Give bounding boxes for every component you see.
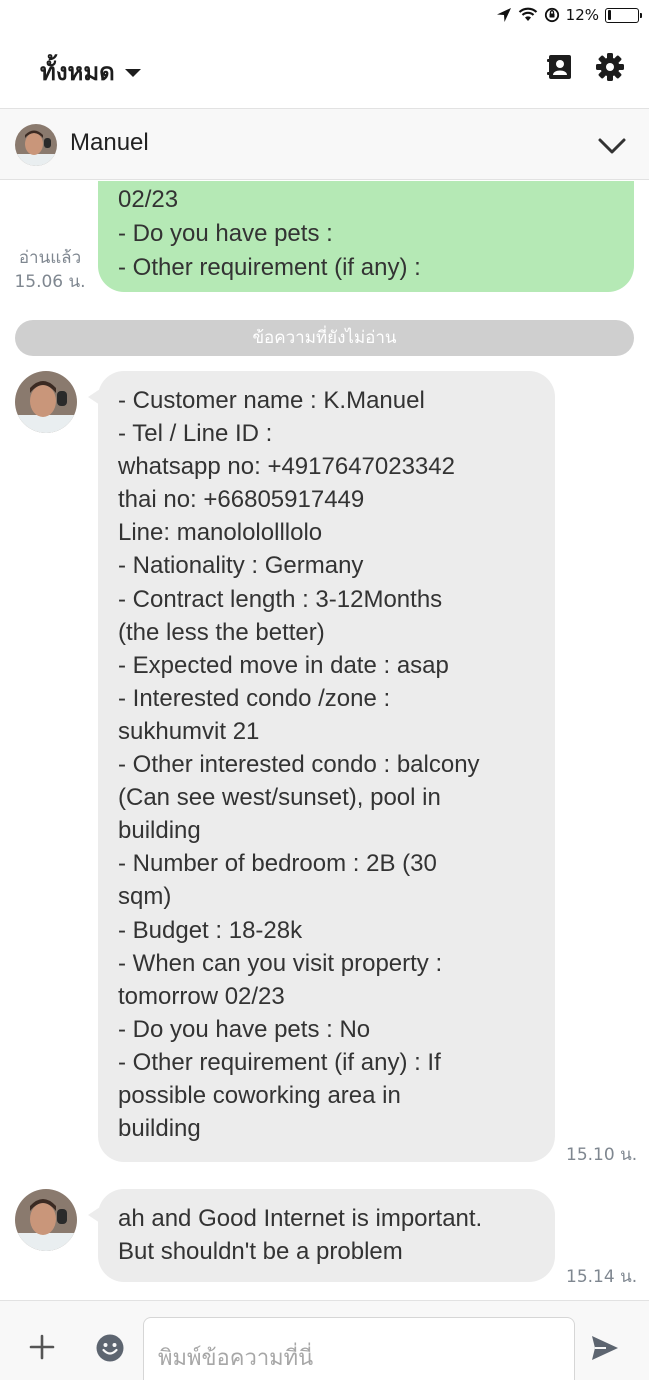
message-line: thai no: +66805917449 <box>118 486 365 514</box>
location-arrow-icon <box>496 8 511 22</box>
chat-filter-dropdown[interactable]: ทั้งหมด <box>40 52 141 91</box>
message-time: 15.06 น. <box>14 272 86 292</box>
message-line: (Can see west/sunset), pool in <box>118 784 441 812</box>
emoji-icon[interactable] <box>95 1333 125 1363</box>
message-line: (the less the better) <box>118 618 325 646</box>
message-line: 02/23 <box>118 186 179 213</box>
send-icon[interactable] <box>590 1333 620 1363</box>
message-line: tomorrow 02/23 <box>118 982 285 1010</box>
contacts-icon[interactable] <box>545 52 575 82</box>
message-line: - Contract length : 3-12Months <box>118 585 443 613</box>
message-line: - Nationality : Germany <box>118 552 364 580</box>
message-line: - Do you have pets : No <box>118 1015 371 1043</box>
message-line: whatsapp no: +4917647023342 <box>118 453 455 481</box>
battery-icon <box>605 7 642 23</box>
incoming-message-bubble[interactable]: ah and Good Internet is important. But sh… <box>88 1189 555 1282</box>
unread-divider: ข้อความที่ยังไม่อ่าน <box>15 320 634 356</box>
message-line: - Do you have pets : <box>118 220 333 247</box>
message-line: - Other interested condo : balcony <box>118 751 480 779</box>
top-header: ทั้งหมด <box>0 30 649 108</box>
message-line: building <box>118 817 201 845</box>
caret-down-icon <box>124 68 141 77</box>
outgoing-message-bubble[interactable]: 02/23 - Do you have pets : - Other requi… <box>98 181 634 292</box>
message-line: - Expected move in date : asap <box>118 651 449 679</box>
status-bar: 12% <box>0 0 649 30</box>
message-line: building <box>118 1115 201 1143</box>
message-line: - Number of bedroom : 2B (30 <box>118 850 437 878</box>
avatar[interactable] <box>15 1189 77 1251</box>
avatar[interactable] <box>15 124 57 166</box>
message-line: ah and Good Internet is important. <box>118 1205 483 1232</box>
message-input-bar: พิมพ์ข้อความที่นี่ <box>0 1300 649 1380</box>
message-line: Line: manolololllolo <box>118 519 323 547</box>
filter-label: ทั้งหมด <box>40 58 115 86</box>
gear-icon[interactable] <box>595 52 625 82</box>
status-icons: 12% <box>496 5 642 25</box>
message-line: sukhumvit 21 <box>118 717 260 745</box>
message-line: - Other requirement (if any) : <box>118 254 421 281</box>
message-line: - When can you visit property : <box>118 949 443 977</box>
message-time: 15.10 น. <box>566 1145 638 1165</box>
message-line: - Budget : 18-28k <box>118 916 303 944</box>
battery-percent: 12% <box>565 6 599 24</box>
chat-title-bar[interactable]: Manuel <box>0 108 649 180</box>
orientation-lock-icon <box>544 7 559 23</box>
message-line: possible coworking area in <box>118 1081 401 1109</box>
contact-name: Manuel <box>70 129 149 156</box>
incoming-message-bubble[interactable]: - Customer name : K.Manuel - Tel / Line I… <box>88 371 555 1162</box>
message-line: - Tel / Line ID : <box>118 420 273 448</box>
message-line: - Other requirement (if any) : If <box>118 1048 441 1076</box>
wifi-icon <box>518 7 537 21</box>
chevron-down-icon[interactable] <box>597 131 627 161</box>
message-time: 15.14 น. <box>566 1267 638 1287</box>
message-line: sqm) <box>118 883 172 911</box>
read-receipt: อ่านแล้ว 15.06 น. <box>10 246 90 294</box>
message-list[interactable]: 02/23 - Do you have pets : - Other requi… <box>0 181 649 1300</box>
plus-icon[interactable] <box>28 1333 56 1361</box>
message-line: - Interested condo /zone : <box>118 684 391 712</box>
avatar[interactable] <box>15 371 77 433</box>
message-line: But shouldn't be a problem <box>118 1238 403 1266</box>
message-line: - Customer name : K.Manuel <box>118 387 425 414</box>
message-input[interactable]: พิมพ์ข้อความที่นี่ <box>143 1317 575 1380</box>
read-label: อ่านแล้ว <box>18 248 82 268</box>
